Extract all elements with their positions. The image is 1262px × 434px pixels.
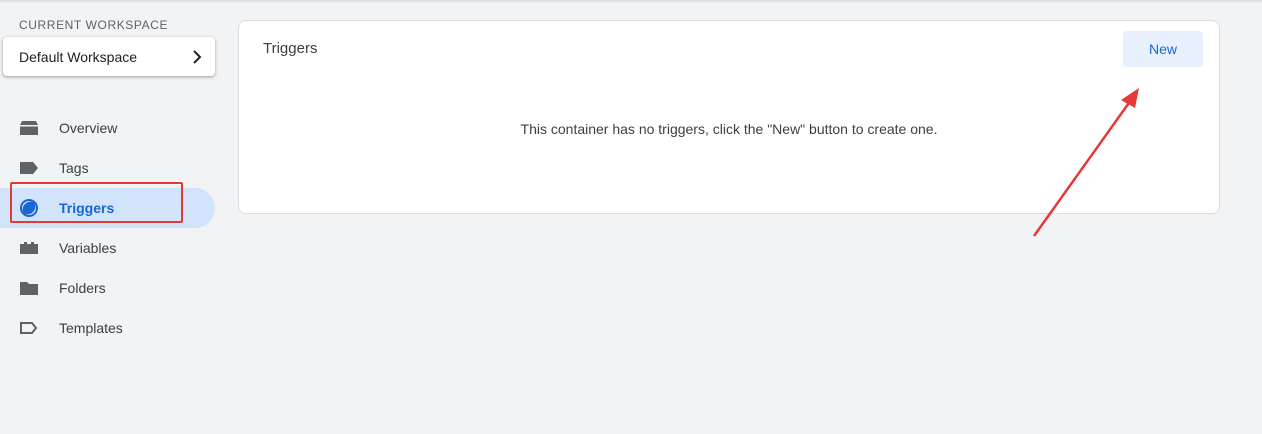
sidebar-item-variables[interactable]: Variables [0,228,215,268]
sidebar-item-folders[interactable]: Folders [0,268,215,308]
sidebar-item-label: Tags [59,160,89,176]
template-icon [19,318,39,338]
workspace-selector[interactable]: Default Workspace [3,37,215,76]
empty-state-message: This container has no triggers, click th… [520,121,938,137]
sidebar-item-label: Triggers [59,200,115,216]
sidebar-item-label: Overview [59,120,118,136]
workspace-name: Default Workspace [19,48,138,65]
sidebar-nav: Overview Tags Triggers Variables Folders… [0,108,215,348]
sidebar-item-overview[interactable]: Overview [0,108,215,148]
variables-icon [19,238,39,258]
tag-icon [19,158,39,178]
overview-icon [19,118,39,138]
sidebar-item-label: Variables [59,240,117,256]
workspace-label: CURRENT WORKSPACE [19,18,169,32]
sidebar-item-triggers[interactable]: Triggers [0,188,215,228]
sidebar-item-label: Folders [59,280,106,296]
sidebar: CURRENT WORKSPACE Default Workspace Over… [0,0,225,434]
sidebar-item-label: Templates [59,320,123,336]
page-title: Triggers [263,40,318,57]
new-trigger-button[interactable]: New [1123,31,1203,67]
chevron-right-icon [191,49,203,64]
sidebar-item-tags[interactable]: Tags [0,148,215,188]
folder-icon [19,278,39,298]
sidebar-item-templates[interactable]: Templates [0,308,215,348]
triggers-card: Triggers New This container has no trigg… [238,20,1220,214]
trigger-icon [19,198,39,218]
